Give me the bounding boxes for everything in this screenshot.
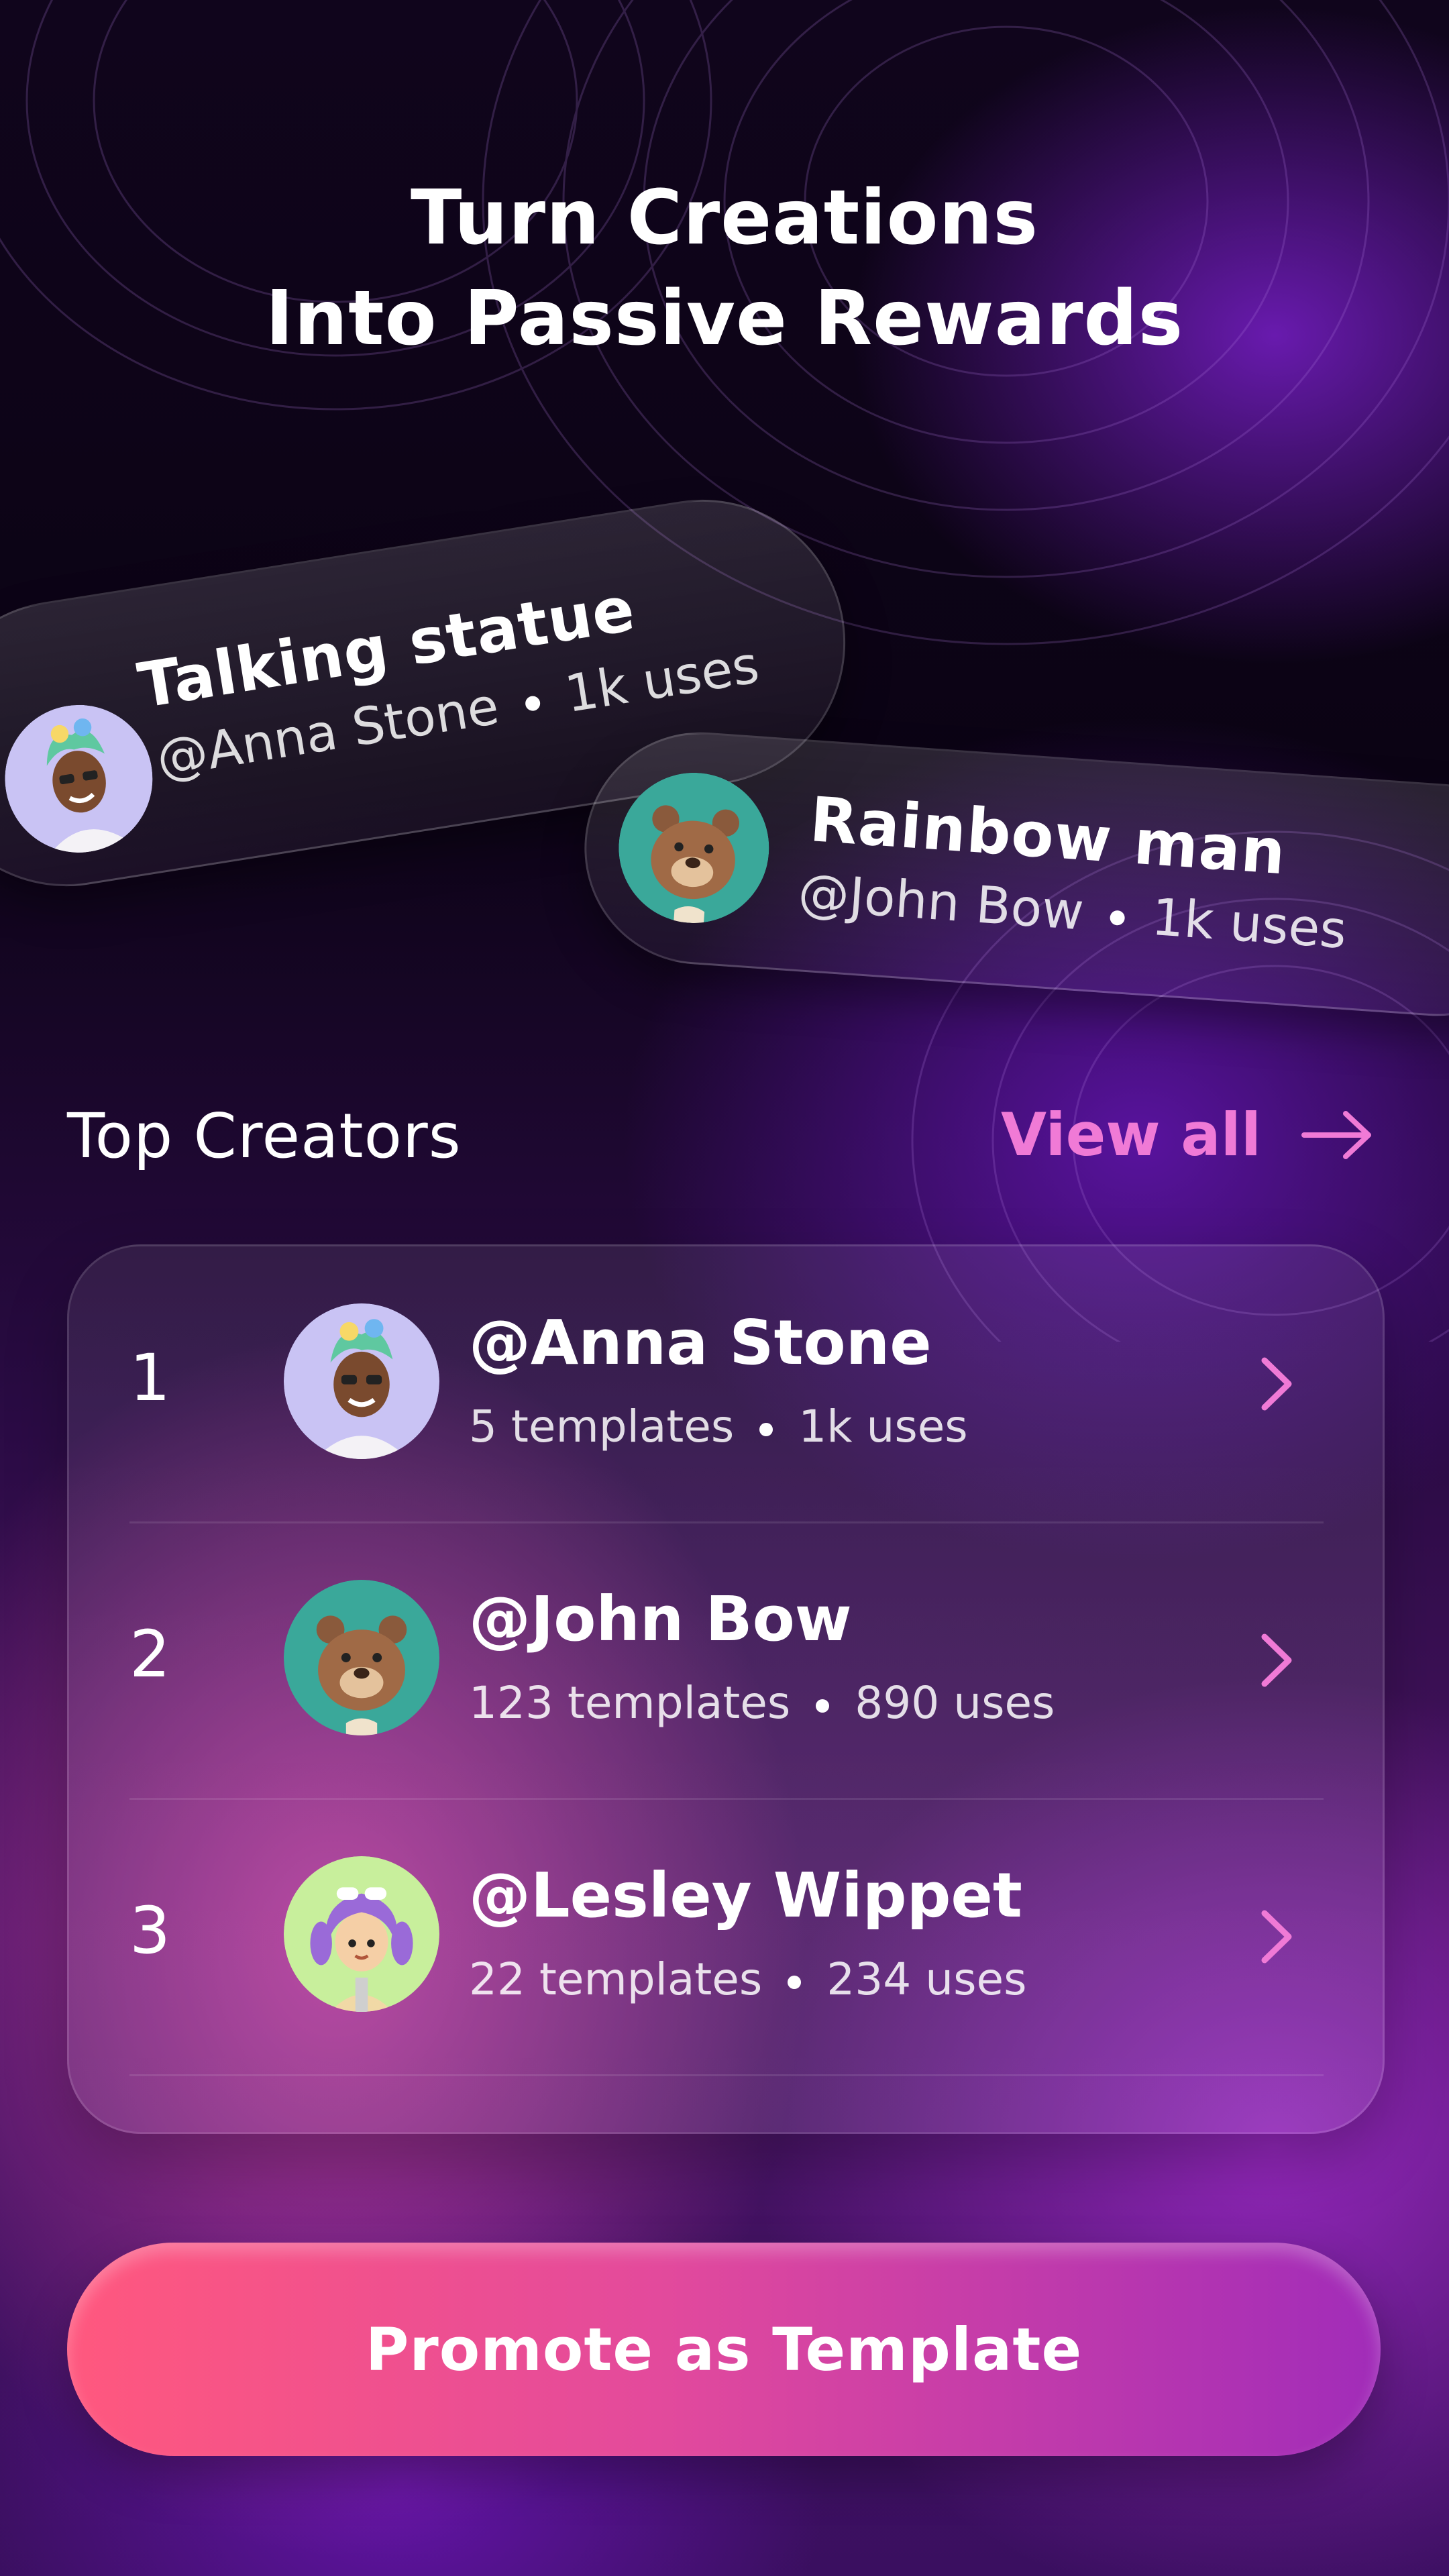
- creator-uses-count: 234 uses: [826, 1953, 1027, 2005]
- creator-row[interactable]: 3 @Lesley Wippet 22 templates 234 uses: [129, 1799, 1324, 2076]
- creator-handle: @Lesley Wippet: [469, 1860, 1022, 1931]
- creator-stats: 123 templates 890 uses: [469, 1677, 1055, 1729]
- avatar-bear-character-icon: [284, 1580, 439, 1735]
- separator-dot: [1110, 910, 1126, 926]
- screen: Turn Creations Into Passive Rewards Talk…: [0, 0, 1449, 2576]
- promote-as-template-button[interactable]: Promote as Template: [67, 2243, 1381, 2456]
- chevron-right-icon: [1261, 1357, 1292, 1411]
- arrow-right-icon: [1301, 1110, 1371, 1159]
- creator-uses-count: 1k uses: [798, 1401, 968, 1452]
- top-creators-heading: Top Creators: [67, 1100, 462, 1172]
- avatar-green-hair-character-icon: [0, 694, 163, 863]
- creator-uses-count: 890 uses: [855, 1677, 1055, 1729]
- creator-rank: 1: [129, 1340, 171, 1415]
- creator-templates-count: 123 templates: [469, 1677, 791, 1729]
- avatar-green-hair-character-icon: [284, 1303, 439, 1459]
- view-all-label: View all: [1000, 1100, 1261, 1169]
- creator-rank: 2: [129, 1617, 171, 1692]
- chevron-right-icon: [1261, 1633, 1292, 1687]
- promote-as-template-label: Promote as Template: [365, 2314, 1083, 2384]
- top-creators-list: 1 @Anna Stone 5 templates 1k uses 2 @Joh…: [67, 1244, 1385, 2134]
- avatar-bear-character-icon: [614, 767, 774, 928]
- creator-templates-count: 22 templates: [469, 1953, 763, 2005]
- separator-dot: [759, 1422, 773, 1436]
- creator-stats: 22 templates 234 uses: [469, 1953, 1026, 2005]
- creator-row[interactable]: 2 @John Bow 123 templates 890 uses: [129, 1523, 1324, 1800]
- avatar-purple-hair-character-icon: [284, 1856, 439, 2012]
- creator-rank: 3: [129, 1893, 171, 1968]
- view-all-link[interactable]: View all: [1001, 1100, 1375, 1169]
- featured-template-uses: 1k uses: [1149, 886, 1349, 960]
- separator-dot: [816, 1699, 830, 1713]
- hero-title-line-2: Into Passive Rewards: [265, 275, 1184, 362]
- creator-handle: @Anna Stone: [469, 1307, 932, 1379]
- chevron-right-icon: [1261, 1910, 1292, 1964]
- creator-stats: 5 templates 1k uses: [469, 1401, 968, 1452]
- separator-dot: [524, 695, 541, 712]
- hero-title: Turn Creations Into Passive Rewards: [0, 168, 1449, 369]
- separator-dot: [788, 1975, 802, 1989]
- hero-title-line-1: Turn Creations: [410, 174, 1039, 262]
- creator-handle: @John Bow: [469, 1583, 852, 1655]
- creator-templates-count: 5 templates: [469, 1401, 735, 1452]
- creator-row[interactable]: 1 @Anna Stone 5 templates 1k uses: [129, 1246, 1324, 1523]
- featured-template-author: @John Bow: [796, 862, 1086, 942]
